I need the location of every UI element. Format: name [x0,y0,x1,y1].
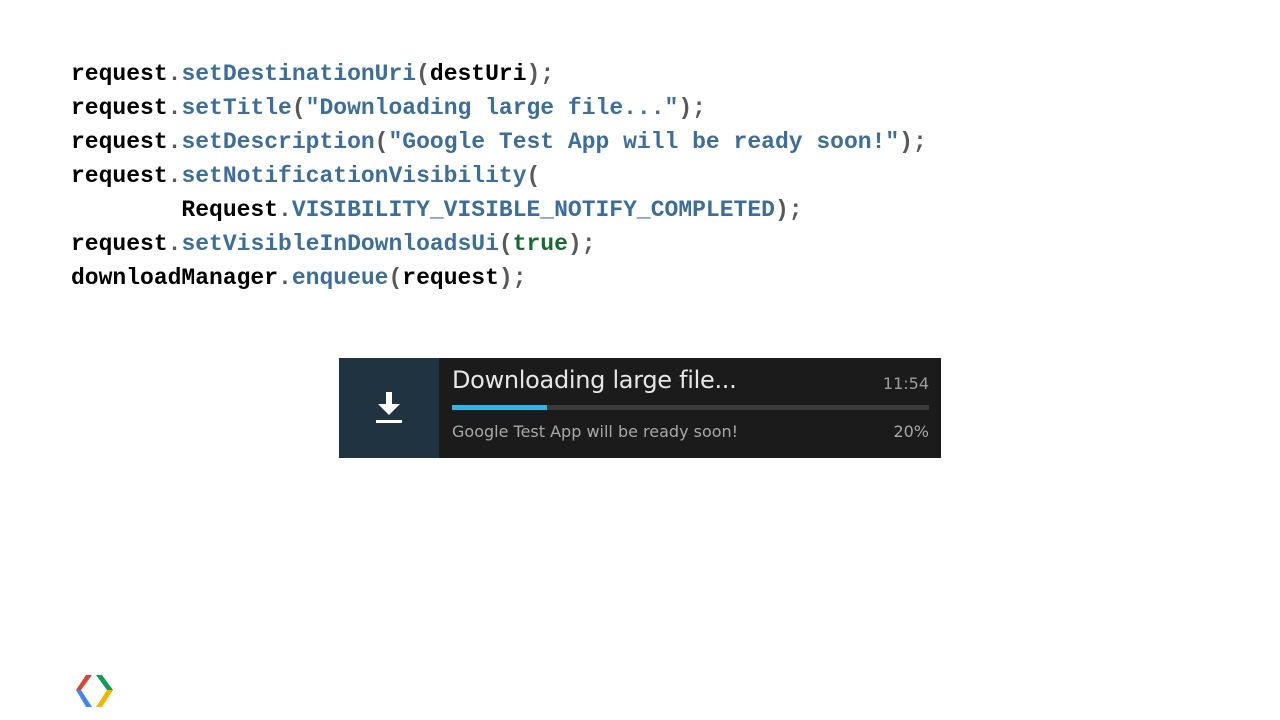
code-token: ); [567,231,596,257]
code-token: request [71,61,168,87]
code-token: request [71,129,168,155]
code-line: Request.VISIBILITY_VISIBLE_NOTIFY_COMPLE… [71,193,927,227]
notification-icon-container [339,358,439,458]
code-line: downloadManager.enqueue(request); [71,261,927,295]
code-token: VISIBILITY_VISIBLE_NOTIFY_COMPLETED [291,197,775,223]
code-line: request.setDestinationUri(destUri); [71,57,927,91]
code-token: setTitle [181,95,292,121]
code-token: ); [899,129,927,155]
code-token: downloadManager [71,265,279,291]
download-progress-bar [452,405,929,410]
code-token: request [71,95,168,121]
code-token: "Downloading large file..." [305,95,679,121]
code-token: "Google Test App will be ready soon!" [388,129,900,155]
notification-time: 11:54 [882,374,929,393]
code-token: enqueue [291,265,389,291]
code-token: . [167,231,182,257]
code-line: request.setVisibleInDownloadsUi(true); [71,227,927,261]
code-token: setNotificationVisibility [181,163,527,189]
code-token: ( [374,129,389,155]
code-token: ( [388,265,403,291]
code-snippet: request.setDestinationUri(destUri); reque… [71,57,927,295]
code-token: ( [416,61,430,87]
download-progress-fill [452,405,548,410]
code-token: . [278,265,292,291]
google-developers-logo-icon [76,675,113,707]
code-token: ( [291,95,306,121]
code-token: ); [526,61,555,87]
code-token: request [402,265,499,291]
download-notification[interactable]: Downloading large file... 11:54 Google T… [339,358,941,458]
code-token: request [71,231,168,257]
code-token: . [167,95,182,121]
notification-title: Downloading large file... [452,366,737,394]
code-token: request [71,163,168,189]
download-percent: 20% [893,422,929,441]
notification-description: Google Test App will be ready soon! [452,422,739,441]
code-token: destUri [429,61,527,87]
code-token: true [512,231,568,257]
code-token: setDescription [181,129,375,155]
code-token: . [278,197,292,223]
code-token: ); [774,197,803,223]
code-token: Request [181,197,279,223]
code-token: ); [678,95,706,121]
code-token: ( [498,231,513,257]
code-token: setVisibleInDownloadsUi [181,231,499,257]
code-token: . [167,129,182,155]
code-line: request.setDescription("Google Test App … [71,125,927,159]
code-token: . [167,61,182,87]
code-line: request.setNotificationVisibility( [71,159,927,193]
download-icon [376,392,402,423]
code-token: . [167,163,182,189]
code-token: ( [526,163,541,189]
code-line: request.setTitle("Downloading large file… [71,91,927,125]
code-token: ); [498,265,527,291]
code-token: setDestinationUri [181,61,417,87]
